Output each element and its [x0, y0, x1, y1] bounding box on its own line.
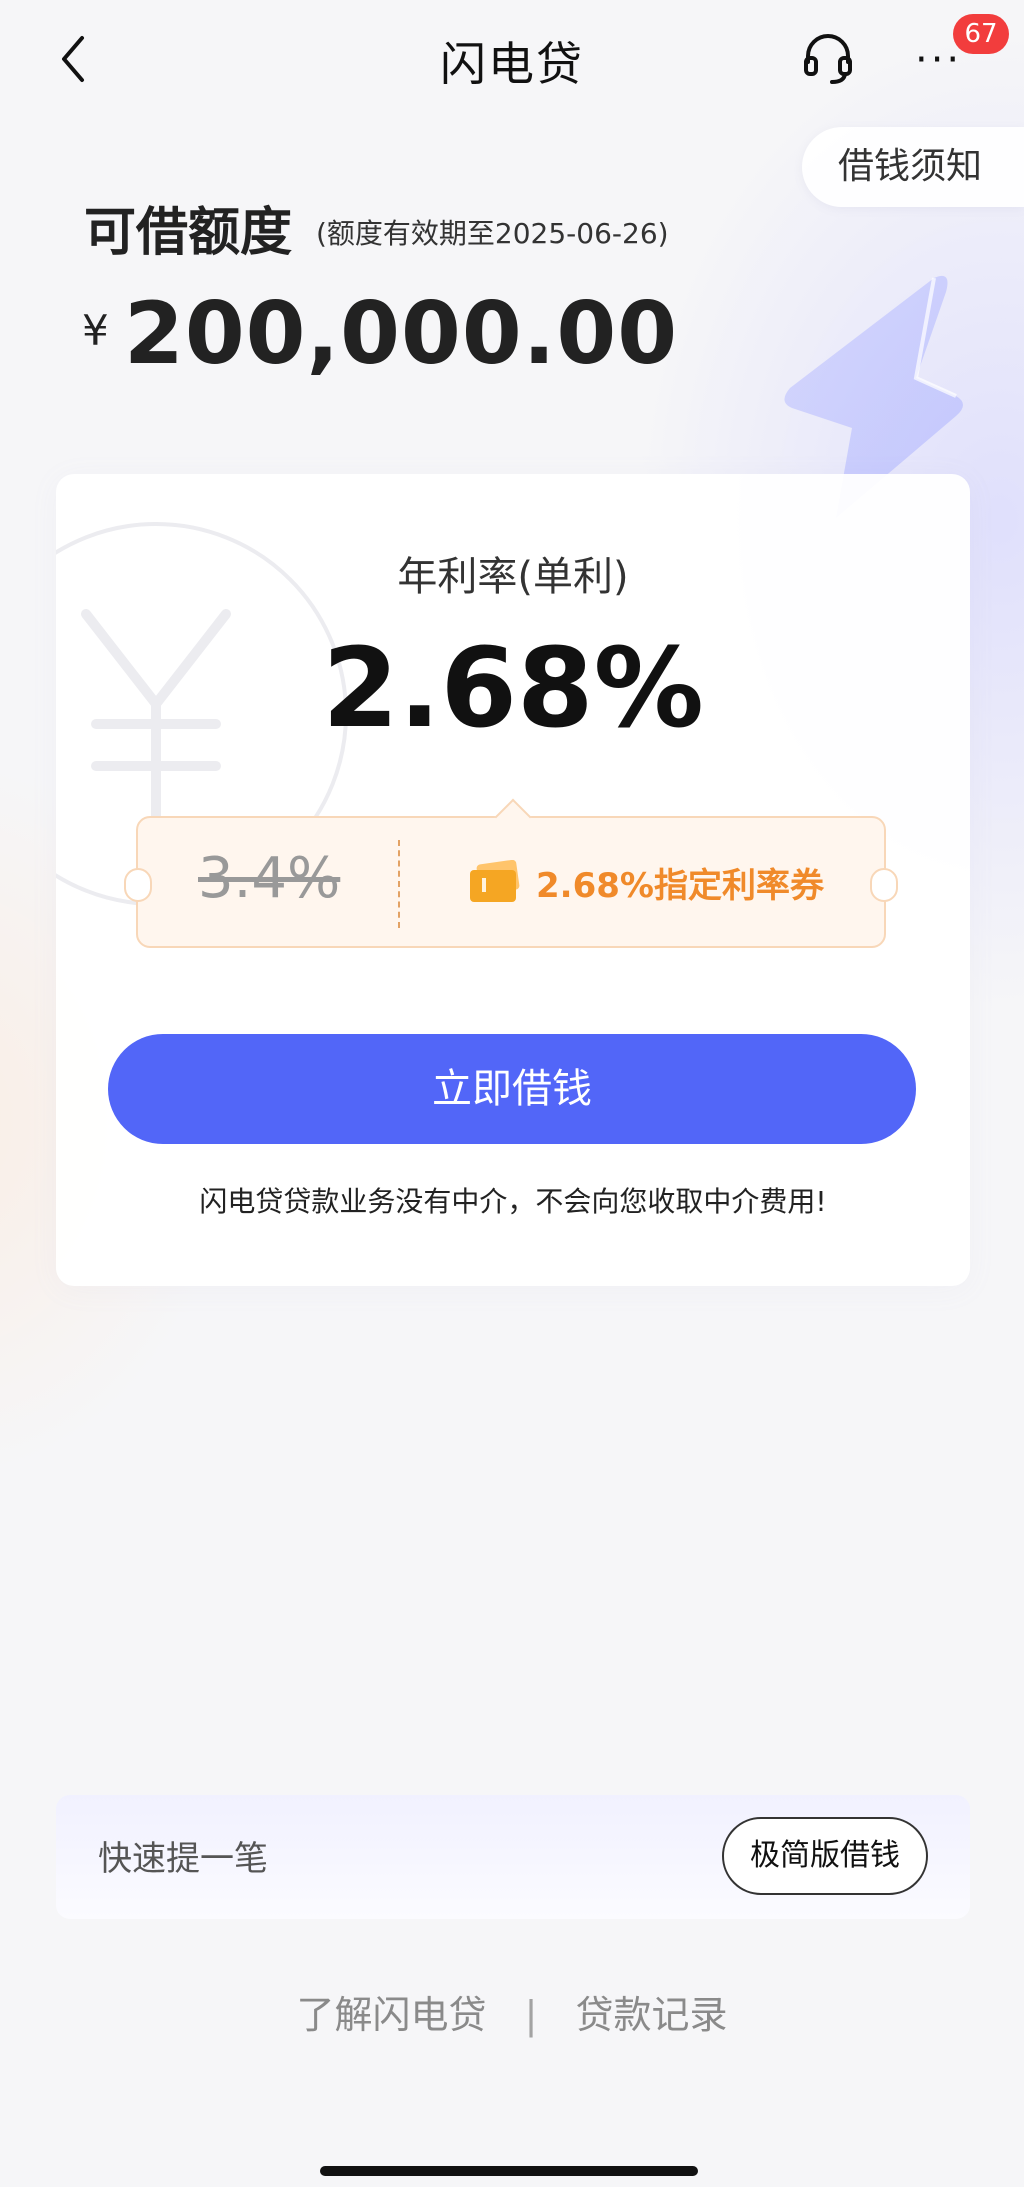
more-icon: ··· [915, 37, 963, 83]
quick-withdraw-bar: 快速提一笔 极简版借钱 [56, 1795, 970, 1919]
coupon-pointer [494, 798, 532, 836]
no-intermediary-disclaimer: 闪电贷贷款业务没有中介，不会向您收取中介费用! [199, 1185, 827, 1218]
annual-rate-label: 年利率(单利) [397, 554, 629, 600]
ticket-icon [470, 860, 520, 902]
coupon-text: 2.68%指定利率券 [536, 866, 824, 906]
borrow-now-button[interactable]: 立即借钱 [108, 1034, 916, 1144]
simple-borrow-button[interactable]: 极简版借钱 [722, 1817, 928, 1895]
footer-separator: | [524, 1993, 538, 2037]
nav-bar: 闪电贷 ··· 67 [0, 0, 1024, 118]
quick-withdraw-label: 快速提一笔 [98, 1839, 268, 1879]
coupon-divider [398, 840, 400, 928]
rate-coupon[interactable]: 3.4% 2.68%指定利率券 [124, 798, 898, 948]
home-indicator[interactable] [320, 2166, 698, 2176]
credit-amount: 200,000.00 [124, 284, 679, 384]
borrowing-notice-tab[interactable]: 借钱须知 [802, 127, 1024, 207]
headset-icon [804, 34, 852, 84]
available-credit-label: 可借额度 [84, 203, 293, 263]
credit-expiry-text: (额度有效期至2025-06-26) [316, 217, 669, 250]
coupon-notch-right [870, 868, 898, 902]
loan-records-link[interactable]: 贷款记录 [576, 1984, 728, 2039]
notification-badge: 67 [953, 14, 1009, 54]
footer-links: 了解闪电贷 | 贷款记录 [0, 1984, 1024, 2039]
original-rate: 3.4% [198, 846, 341, 911]
more-menu-button[interactable]: ··· 67 [915, 14, 1009, 86]
rate-card: 年利率(单利) 2.68% 3.4% 2.68%指定利率券 立即借钱 闪电贷贷款… [56, 474, 970, 1286]
annual-rate-value: 2.68% [322, 624, 704, 752]
about-link[interactable]: 了解闪电贷 [296, 1984, 486, 2039]
page-title: 闪电贷 [440, 37, 584, 91]
currency-symbol: ¥ [82, 306, 109, 355]
coupon-notch-left [124, 868, 152, 902]
customer-service-button[interactable] [800, 30, 856, 86]
